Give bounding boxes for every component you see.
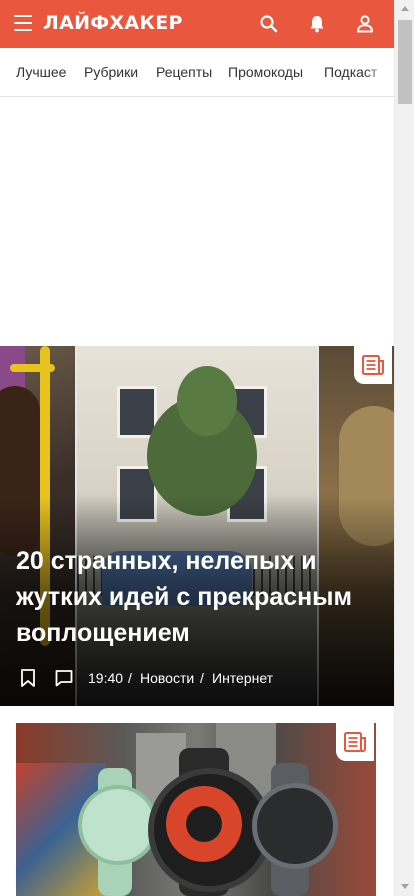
- article-category-link[interactable]: Новости: [140, 670, 194, 686]
- site-logo[interactable]: ЛАЙФХАКЕР: [43, 12, 183, 34]
- scroll-up-arrow-icon[interactable]: [401, 6, 409, 11]
- comment-icon[interactable]: [54, 668, 74, 688]
- news-icon: [344, 732, 366, 752]
- nav-item-recipes[interactable]: Рецепты: [156, 64, 212, 80]
- article-time: 19:40: [88, 670, 124, 686]
- nav-item-promocodes[interactable]: Промокоды: [228, 64, 303, 80]
- bookmark-icon[interactable]: [18, 668, 38, 688]
- search-icon[interactable]: [257, 12, 281, 36]
- menu-icon[interactable]: [14, 15, 32, 31]
- nav-item-best[interactable]: Лучшее: [16, 64, 66, 80]
- scrollbar-thumb[interactable]: [398, 20, 412, 104]
- article-title[interactable]: 20 странных, нелепых и жутких идей с пре…: [16, 543, 386, 651]
- bell-icon[interactable]: [305, 12, 329, 36]
- nav-item-rubrics[interactable]: Рубрики: [84, 64, 138, 80]
- meta-separator: /: [200, 670, 204, 686]
- article-card[interactable]: 20 странных, нелепых и жутких идей с пре…: [0, 346, 394, 706]
- nav-fade: [364, 48, 394, 96]
- article-card[interactable]: [16, 723, 376, 896]
- top-header: ЛАЙФХАКЕР: [0, 0, 394, 48]
- user-icon[interactable]: [353, 12, 377, 36]
- news-badge: [354, 346, 392, 384]
- meta-separator: /: [128, 670, 132, 686]
- news-icon: [362, 355, 384, 375]
- page-scrollbar[interactable]: [394, 0, 414, 896]
- news-badge: [336, 723, 374, 761]
- article-tag-link[interactable]: Интернет: [212, 670, 273, 686]
- category-nav: Лучшее Рубрики Рецепты Промокоды Подкаст: [0, 48, 394, 97]
- scroll-down-arrow-icon[interactable]: [401, 884, 409, 889]
- page: ЛАЙФХАКЕР Лучшее Рубрики Рецепты Промоко…: [0, 0, 394, 896]
- article-image: [16, 723, 376, 896]
